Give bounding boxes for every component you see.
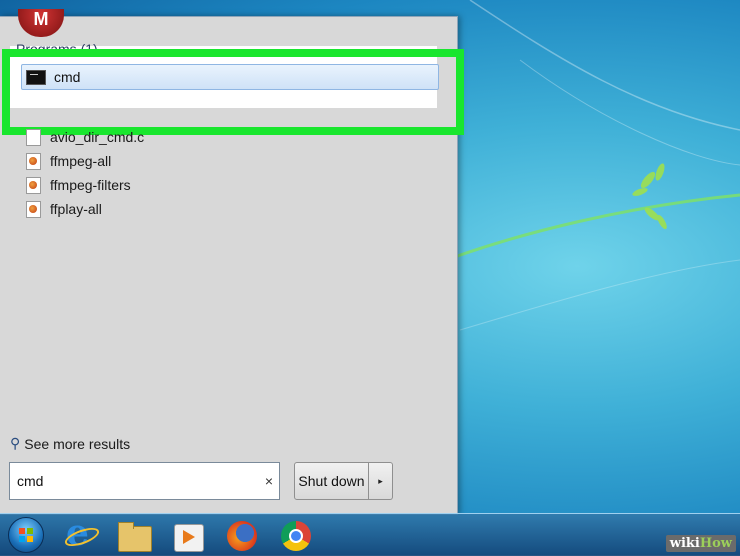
file-result-item[interactable]: avio_dir_cmd.c: [26, 125, 144, 149]
watermark-wiki: wiki: [669, 536, 700, 551]
start-button[interactable]: [8, 517, 44, 553]
command-prompt-icon: [26, 69, 46, 85]
file-result-item[interactable]: ffmpeg-all: [26, 149, 144, 173]
file-explorer-icon[interactable]: [116, 518, 152, 552]
file-result-label: ffplay-all: [50, 201, 102, 217]
internet-explorer-icon[interactable]: [62, 512, 98, 554]
magnifier-icon: ⚲: [10, 435, 21, 451]
media-file-icon: [26, 152, 41, 170]
programs-header: Programs (1): [16, 41, 98, 57]
file-result-label: ffmpeg-filters: [50, 177, 131, 193]
start-menu: M Programs (1) cmd avio_dir_cmd.c ffmpeg…: [0, 9, 464, 515]
search-result-cmd[interactable]: cmd: [21, 64, 439, 90]
file-result-item[interactable]: ffmpeg-filters: [26, 173, 144, 197]
search-result-label: cmd: [54, 69, 81, 85]
firefox-icon[interactable]: [224, 518, 260, 552]
media-file-icon: [26, 200, 41, 218]
start-search-input[interactable]: cmd ×: [9, 462, 280, 500]
document-icon: [26, 128, 41, 146]
taskbar: [0, 512, 740, 556]
clear-search-icon[interactable]: ×: [259, 473, 279, 489]
watermark-how: How: [699, 536, 732, 551]
file-result-item[interactable]: ffplay-all: [26, 197, 144, 221]
shutdown-control: Shut down ▸: [294, 462, 393, 500]
file-result-label: avio_dir_cmd.c: [50, 129, 145, 145]
media-file-icon: [26, 176, 41, 194]
shutdown-options-button[interactable]: ▸: [369, 462, 393, 500]
media-player-icon[interactable]: [170, 518, 206, 552]
wikihow-watermark: wikiHow: [665, 535, 736, 552]
user-picture[interactable]: M: [18, 9, 64, 37]
file-result-label: ffmpeg-all: [50, 153, 112, 169]
chrome-icon[interactable]: [278, 518, 314, 552]
see-more-label: See more results: [24, 435, 131, 452]
shutdown-button[interactable]: Shut down: [294, 462, 369, 500]
see-more-results-link[interactable]: ⚲ See more results: [10, 435, 130, 452]
file-results-list: avio_dir_cmd.c ffmpeg-all ffmpeg-filters…: [26, 125, 144, 221]
search-input-value[interactable]: cmd: [17, 473, 259, 489]
